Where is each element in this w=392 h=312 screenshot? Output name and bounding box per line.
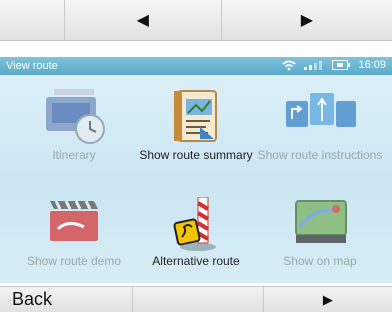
device-screen: View route 16:09 Itinerary Show route su… <box>0 57 392 283</box>
bottom-blank <box>133 287 264 312</box>
wifi-icon <box>282 60 296 70</box>
left-arrow-icon: ◀ <box>136 12 149 29</box>
screen-title: View route <box>6 60 58 72</box>
route-summary-icon <box>174 90 217 142</box>
bottom-bar: Back ▶ <box>0 286 392 312</box>
menu-item-show-on-map[interactable]: Show on map <box>256 197 384 267</box>
back-label: Back <box>12 289 53 309</box>
map-icon <box>295 200 347 243</box>
menu-item-label: Itinerary <box>52 148 96 162</box>
menu-item-route-summary[interactable]: Show route summary <box>132 87 260 161</box>
bottom-next-button[interactable]: ▶ <box>264 287 392 312</box>
top-nav-bar: ◀ ▶ <box>0 0 392 41</box>
status-icons: 16:09 <box>282 59 386 71</box>
battery-icon <box>332 60 351 70</box>
itinerary-icon <box>46 89 105 144</box>
menu-item-label: Show route demo <box>26 254 122 268</box>
clock: 16:09 <box>358 59 386 71</box>
menu-item-label: Alternative route <box>152 254 240 268</box>
top-nav-blank <box>0 0 65 40</box>
right-arrow-icon: ▶ <box>322 291 333 307</box>
signal-icon <box>304 61 323 70</box>
menu-item-route-instructions[interactable]: Show route instructions <box>256 87 384 161</box>
menu-item-route-demo[interactable]: Show route demo <box>10 197 138 267</box>
route-instructions-icon <box>286 93 356 127</box>
prev-button[interactable]: ◀ <box>65 0 222 40</box>
menu-item-itinerary[interactable]: Itinerary <box>10 87 138 161</box>
back-button[interactable]: Back <box>0 287 134 312</box>
status-bar: View route 16:09 <box>0 57 392 75</box>
next-button[interactable]: ▶ <box>222 0 392 40</box>
alternative-route-icon <box>173 197 216 251</box>
menu-item-alternative-route[interactable]: Alternative route <box>132 197 260 267</box>
route-demo-icon <box>50 200 98 241</box>
menu-item-label: Show on map <box>283 254 357 268</box>
menu-item-label: Show route summary <box>139 148 253 162</box>
menu-item-label: Show route instructions <box>257 148 383 162</box>
right-arrow-icon: ▶ <box>300 12 314 29</box>
